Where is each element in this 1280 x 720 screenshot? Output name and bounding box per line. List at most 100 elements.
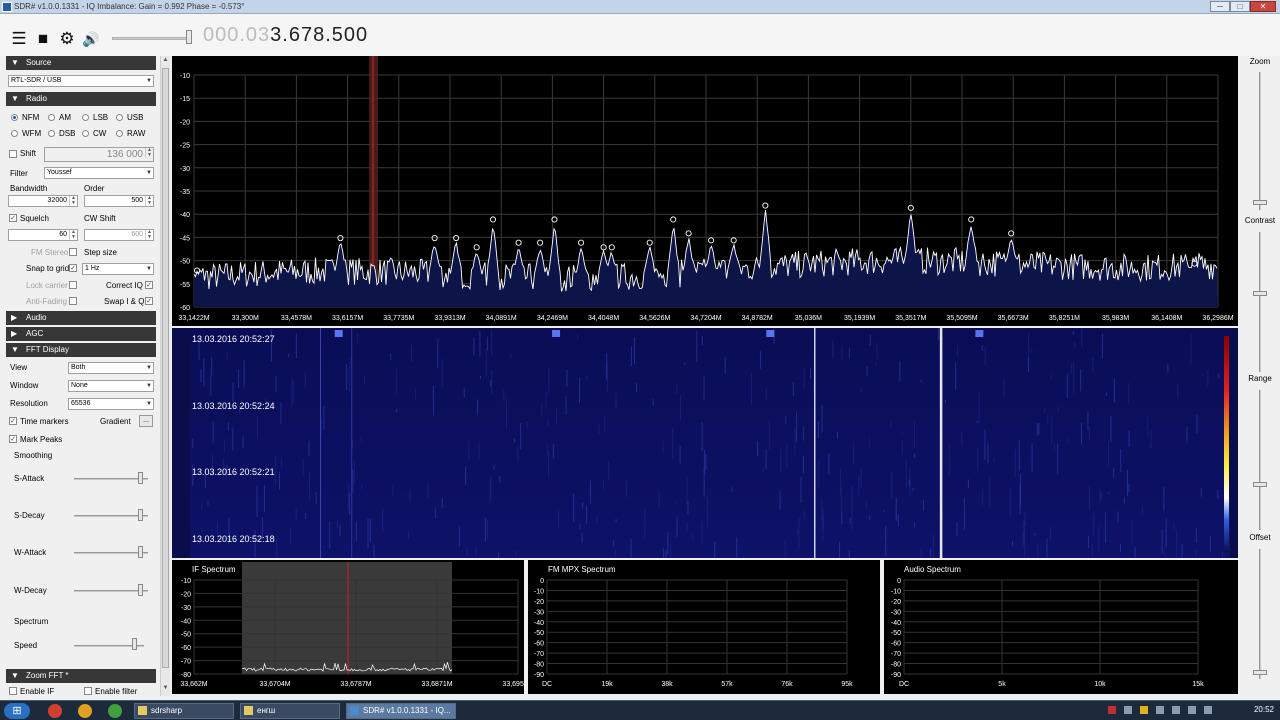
w-attack-slider[interactable] (74, 552, 148, 554)
shift-input[interactable]: 136 000 ▲ ▼ (44, 147, 154, 162)
s-decay-slider[interactable] (74, 515, 148, 517)
view-select[interactable]: Both ▼ (68, 362, 154, 374)
gradient-button[interactable]: ... (139, 415, 153, 427)
spectrum-plot[interactable]: -10 -15 -20 -25 -30 -35 -40 -45 -50 -55 -60 33,142… (172, 56, 1238, 326)
network-icon[interactable] (1188, 706, 1196, 714)
speed-thumb[interactable] (132, 638, 137, 650)
snap-checkbox[interactable]: ✓ (69, 264, 77, 272)
mode-am-radio[interactable] (48, 114, 55, 121)
range-thumb[interactable] (1253, 482, 1267, 487)
audio-spectrum-panel[interactable]: Audio Spectrum 0 -10 -20 -30 -40 -50 -60 -70 -80… (884, 560, 1238, 694)
scroll-down-icon[interactable]: ▼ (162, 685, 169, 693)
enable-filter-checkbox[interactable] (84, 687, 92, 695)
w-decay-slider[interactable] (74, 590, 148, 592)
mode-cw-radio[interactable] (82, 130, 89, 137)
scroll-up-icon[interactable]: ▲ (162, 57, 169, 65)
mode-raw-radio[interactable] (116, 130, 123, 137)
media-icon[interactable] (78, 704, 92, 718)
if-spectrum-plot[interactable]: IF Spectrum -10 -20 -30 -40 -50 -60 -70 -80 33,… (172, 560, 534, 694)
s-attack-thumb[interactable] (138, 472, 143, 484)
tray-icon[interactable] (1124, 706, 1132, 714)
offset-thumb[interactable] (1253, 670, 1267, 675)
spinner-icon[interactable]: ▲ ▼ (145, 148, 153, 158)
spinner-icon[interactable]: ▲ ▼ (69, 196, 77, 206)
task-sdrsharp[interactable]: sdrsharp (134, 703, 234, 719)
close-button[interactable]: ✕ (1250, 1, 1276, 12)
offset-slider[interactable] (1259, 549, 1261, 679)
section-radio[interactable]: ▼ Radio (6, 92, 156, 106)
contrast-slider[interactable] (1259, 232, 1261, 372)
fm-mpx-panel[interactable]: FM MPX Spectrum 0 -10 -20 -30 -40 -50 -60 -70 -8… (528, 560, 880, 694)
zoom-slider[interactable] (1259, 72, 1261, 210)
frequency-display[interactable]: 000.033.678.500 (203, 24, 368, 47)
section-zoom-fft[interactable]: ▼ Zoom FFT * (6, 669, 156, 683)
correct-iq-checkbox[interactable]: ✓ (145, 281, 153, 289)
audio-spectrum-plot[interactable]: Audio Spectrum 0 -10 -20 -30 -40 -50 -60 -70 -80… (884, 560, 1238, 694)
frequency-leading-digits[interactable]: 000.03 (203, 24, 270, 46)
opera-icon[interactable] (48, 704, 62, 718)
minimize-button[interactable]: ─ (1210, 1, 1230, 12)
scrollbar-thumb[interactable] (162, 68, 169, 668)
waterfall[interactable]: 13.03.2016 20:52:27 13.03.2016 20:52:24 … (172, 328, 1238, 581)
start-button[interactable]: ⊞ (4, 703, 30, 719)
gear-icon[interactable]: ⚙ (58, 30, 76, 48)
clock[interactable]: 20:52 (1254, 705, 1274, 714)
section-agc[interactable]: ▶ AGC (6, 327, 156, 341)
volume-slider-thumb[interactable] (186, 30, 192, 44)
enable-if-checkbox[interactable] (9, 687, 17, 695)
anti-fading-checkbox[interactable] (69, 297, 77, 305)
shift-checkbox[interactable] (9, 150, 17, 158)
frequency-digits[interactable]: 3.678.500 (270, 24, 368, 46)
filter-select[interactable]: Youssef ▼ (44, 167, 154, 179)
squelch-checkbox[interactable]: ✓ (9, 214, 17, 222)
mark-peaks-checkbox[interactable]: ✓ (9, 435, 17, 443)
time-markers-checkbox[interactable]: ✓ (9, 417, 17, 425)
w-attack-thumb[interactable] (138, 546, 143, 558)
s-attack-slider[interactable] (74, 478, 148, 480)
fm-mpx-plot[interactable]: FM MPX Spectrum 0 -10 -20 -30 -40 -50 -60 -70 -8… (528, 560, 880, 694)
window-select[interactable]: None ▼ (68, 380, 154, 392)
swap-iq-checkbox[interactable]: ✓ (145, 297, 153, 305)
cw-shift-input[interactable]: 600 ▲ ▼ (84, 229, 154, 241)
fm-stereo-checkbox[interactable] (69, 248, 77, 256)
range-slider[interactable] (1259, 390, 1261, 530)
mode-lsb-radio[interactable] (82, 114, 89, 121)
resolution-select[interactable]: 65536 ▼ (68, 398, 154, 410)
step-size-select[interactable]: 1 Hz ▼ (82, 263, 154, 275)
speaker-icon[interactable]: 🔊 (82, 30, 100, 48)
contrast-thumb[interactable] (1253, 291, 1267, 296)
tray-icon[interactable] (1108, 706, 1116, 714)
section-fft-display[interactable]: ▼ FFT Display (6, 343, 156, 357)
section-audio[interactable]: ▶ Audio (6, 311, 156, 325)
chrome-icon[interactable] (108, 704, 122, 718)
waterfall-plot[interactable]: 13.03.2016 20:52:27 13.03.2016 20:52:24 … (172, 328, 1238, 581)
menu-icon[interactable]: ☰ (10, 30, 28, 48)
task-folder[interactable]: енгш (240, 703, 340, 719)
spinner-icon[interactable]: ▲ ▼ (145, 230, 153, 240)
order-input[interactable]: 500 ▲ ▼ (84, 195, 154, 207)
mode-dsb-radio[interactable] (48, 130, 55, 137)
task-sdr-window[interactable]: SDR# v1.0.0.1331 - IQ... (346, 703, 456, 719)
left-panel-scrollbar[interactable]: ▲ ▼ (160, 56, 170, 696)
volume-slider[interactable] (112, 37, 192, 40)
section-source[interactable]: ▼ Source (6, 56, 156, 70)
if-spectrum-panel[interactable]: IF Spectrum -10 -20 -30 -40 -50 -60 -70 -80 33,… (172, 560, 534, 694)
squelch-input[interactable]: 60 ▲ ▼ (8, 229, 78, 241)
mode-usb-radio[interactable] (116, 114, 123, 121)
s-decay-thumb[interactable] (138, 509, 143, 521)
w-decay-thumb[interactable] (138, 584, 143, 596)
mode-nfm-radio[interactable] (11, 114, 18, 121)
tray-icon[interactable] (1140, 706, 1148, 714)
bandwidth-input[interactable]: 32000 ▲ ▼ (8, 195, 78, 207)
spinner-icon[interactable]: ▲ ▼ (145, 196, 153, 206)
spinner-icon[interactable]: ▲ ▼ (69, 230, 77, 240)
stop-icon[interactable]: ■ (34, 30, 52, 48)
source-select[interactable]: RTL-SDR / USB ▼ (8, 75, 154, 87)
mode-wfm-radio[interactable] (11, 130, 18, 137)
maximize-button[interactable]: □ (1230, 1, 1250, 12)
volume-tray-icon[interactable] (1204, 706, 1212, 714)
spectrum-analyzer[interactable]: -10 -15 -20 -25 -30 -35 -40 -45 -50 -55 -60 33,142… (172, 56, 1238, 326)
lock-carrier-checkbox[interactable] (69, 281, 77, 289)
tray-icon[interactable] (1156, 706, 1164, 714)
tray-icon[interactable] (1172, 706, 1180, 714)
